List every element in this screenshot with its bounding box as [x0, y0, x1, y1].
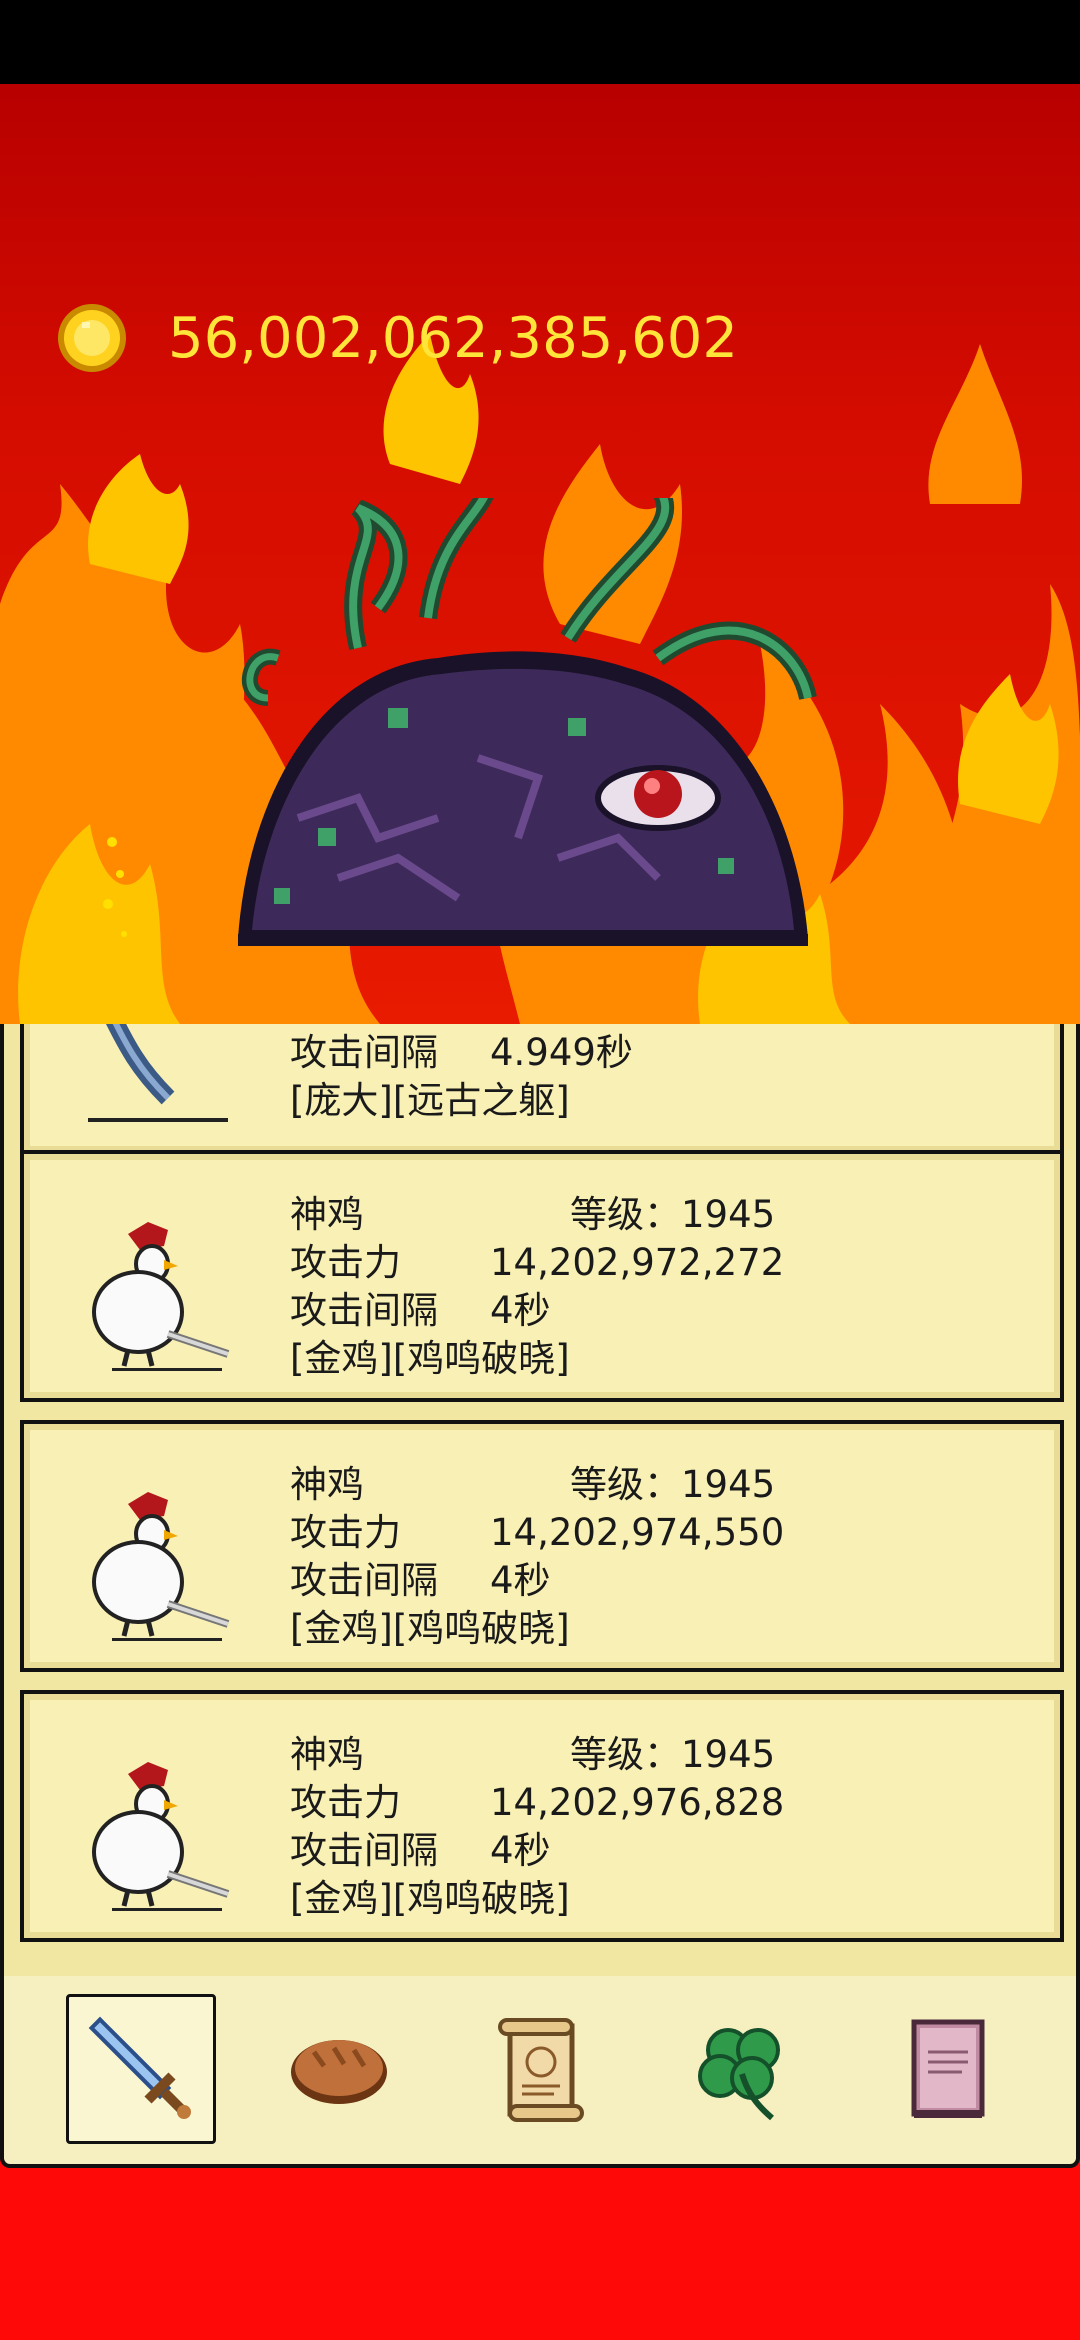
unit-traits: [金鸡][鸡鸣破晓]: [290, 1877, 570, 1920]
interval-label: 攻击间隔: [290, 1829, 438, 1872]
status-bar: [0, 0, 1080, 84]
unit-level: 等级：1945: [570, 1463, 776, 1506]
chicken-knight-icon: [92, 1492, 230, 1641]
unit-name: 神鸡: [290, 1733, 364, 1776]
unit-name: 神鸡: [290, 1463, 364, 1506]
unit-card[interactable]: 神鸡 等级：1945 攻击力 14,202,976,828 攻击间隔 4秒 [金鸡][…: [20, 1690, 1064, 1942]
interval-value: 4.949秒: [490, 1031, 633, 1074]
interval-label: 攻击间隔: [290, 1289, 438, 1332]
unit-name: 神鸡: [290, 1193, 364, 1236]
interval-value: 4秒: [490, 1829, 551, 1872]
attack-label: 攻击力: [290, 1781, 401, 1824]
attack-value: 14,202,972,272: [490, 1241, 785, 1284]
attack-label: 攻击力: [290, 1511, 401, 1554]
attack-label: 攻击力: [290, 1241, 401, 1284]
chicken-knight-icon: [92, 1762, 230, 1911]
gold-counter: 56,002,062,385,602: [56, 298, 738, 378]
tab-food[interactable]: [264, 1994, 414, 2144]
bottom-background: [0, 2168, 1080, 2340]
boss-hp-value: 95,256,728,986,391,017: [0, 1010, 1080, 1024]
interval-label: 攻击间隔: [290, 1031, 438, 1074]
unit-traits: [金鸡][鸡鸣破晓]: [290, 1337, 570, 1380]
gold-coin-icon: [58, 304, 126, 372]
unit-list[interactable]: 攻击间隔 4.949秒 [庞大][远古之躯] 神鸡 等级：1945 攻击力 14,20…: [0, 1024, 1080, 1994]
unit-level: 等级：1945: [570, 1193, 776, 1236]
unit-card[interactable]: 神鸡 等级：1945 攻击力 14,202,974,550 攻击间隔 4秒 [金鸡][…: [20, 1420, 1064, 1672]
unit-card[interactable]: 神鸡 等级：1945 攻击力 14,202,972,272 攻击间隔 4秒 [金鸡][…: [20, 1150, 1064, 1402]
sword-icon: [88, 2016, 191, 2119]
tab-scrolls[interactable]: [464, 1994, 614, 2144]
unit-traits: [庞大][远古之躯]: [290, 1079, 570, 1122]
interval-value: 4秒: [490, 1289, 551, 1332]
battle-area[interactable]: 56,002,062,385,602 95,256,728,986,391,01…: [0, 84, 1080, 1024]
bottom-tab-bar: [0, 1976, 1080, 2168]
unit-traits: [金鸡][鸡鸣破晓]: [290, 1607, 570, 1650]
shark-unit-icon: [88, 1024, 228, 1122]
scroll-icon: [498, 2018, 584, 2122]
interval-label: 攻击间隔: [290, 1559, 438, 1602]
unit-card[interactable]: 攻击间隔 4.949秒 [庞大][远古之躯]: [20, 1024, 1064, 1156]
eye-blob-monster[interactable]: [238, 498, 858, 958]
tab-weapons[interactable]: [66, 1994, 216, 2144]
unit-level: 等级：1945: [570, 1733, 776, 1776]
attack-value: 14,202,974,550: [490, 1511, 785, 1554]
bread-icon: [291, 2040, 387, 2104]
gold-amount: 56,002,062,385,602: [168, 305, 739, 371]
tab-codex[interactable]: [872, 1994, 1022, 2144]
chicken-knight-icon: [92, 1222, 230, 1371]
interval-value: 4秒: [490, 1559, 551, 1602]
clover-icon: [698, 2028, 780, 2121]
book-icon: [911, 2019, 985, 2118]
attack-value: 14,202,976,828: [490, 1781, 785, 1824]
tab-luck[interactable]: [668, 1994, 818, 2144]
